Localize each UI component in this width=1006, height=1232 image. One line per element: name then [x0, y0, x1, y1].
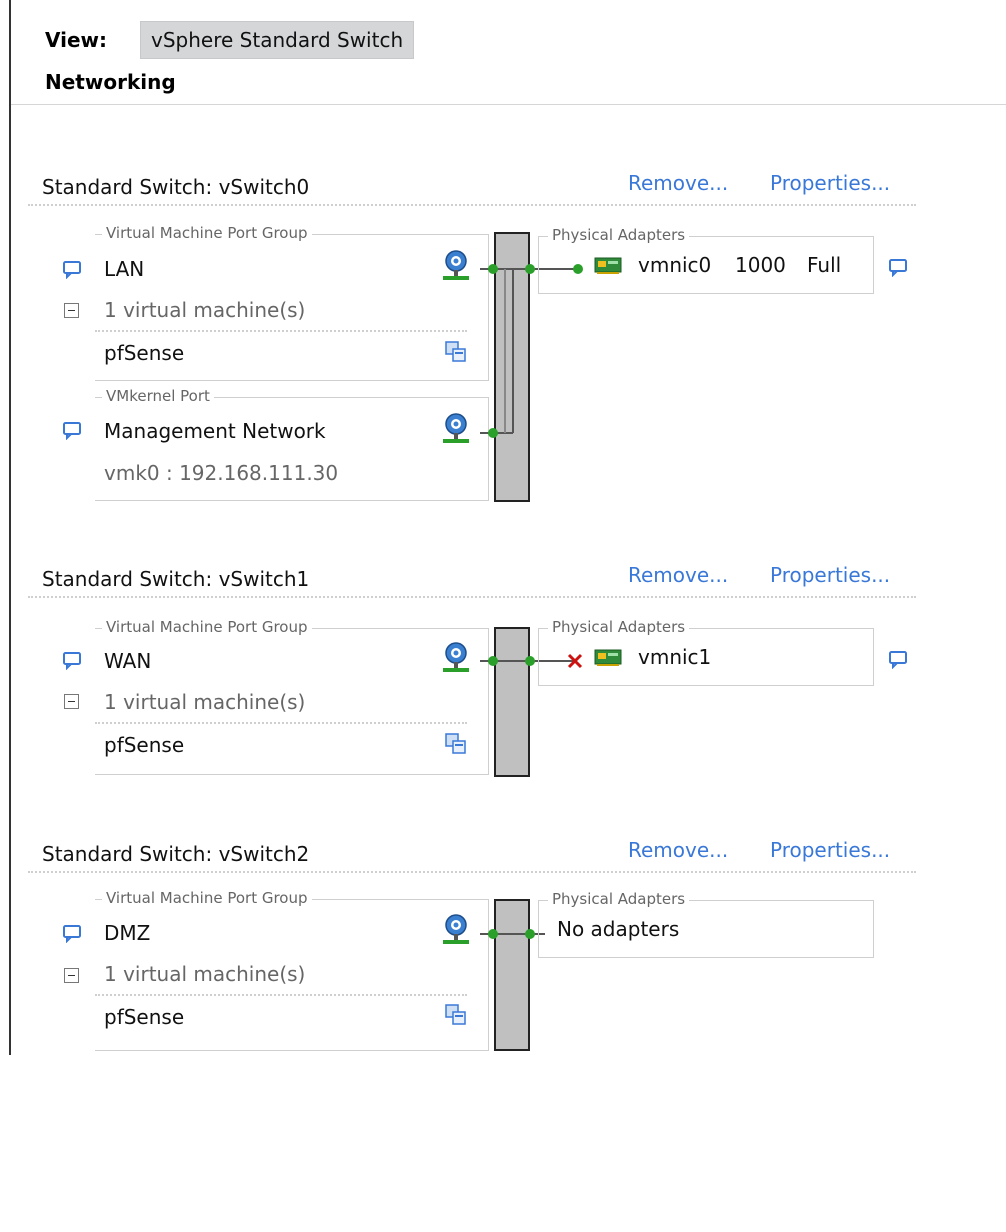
no-adapters-label: No adapters — [557, 917, 680, 941]
view-selector[interactable]: vSphere Standard Switch — [140, 21, 415, 59]
physical-adapters-box: Physical Adapters vmnic0 1000 Full — [538, 226, 874, 294]
physical-adapters-box: Physical Adapters No adapters — [538, 890, 874, 958]
vswitch2-panel: Standard Switch: vSwitch2 Remove... Prop… — [0, 838, 1006, 1232]
nic-name[interactable]: vmnic0 — [638, 253, 711, 277]
physical-adapters-label: Physical Adapters — [548, 618, 690, 636]
physical-adapters-box: Physical Adapters vmnic1 — [538, 618, 874, 686]
nic-name[interactable]: vmnic1 — [638, 645, 711, 669]
physical-nic-icon — [594, 255, 622, 275]
red-x-icon — [567, 653, 583, 669]
switch-connections — [480, 264, 583, 438]
physical-nic-icon — [594, 647, 622, 667]
vswitch0-panel: Standard Switch: vSwitch0 Remove... Prop… — [0, 171, 1006, 565]
section-title: Networking — [45, 70, 176, 94]
nic-duplex: Full — [807, 253, 842, 277]
view-label: View: — [45, 28, 108, 52]
physical-adapters-label: Physical Adapters — [548, 890, 690, 908]
speech-bubble-icon[interactable] — [888, 649, 908, 669]
nic-speed: 1000 — [735, 253, 786, 277]
speech-bubble-icon[interactable] — [888, 257, 908, 277]
physical-adapters-label: Physical Adapters — [548, 226, 690, 244]
view-toolbar: View: vSphere Standard Switch Networking — [11, 0, 1006, 105]
